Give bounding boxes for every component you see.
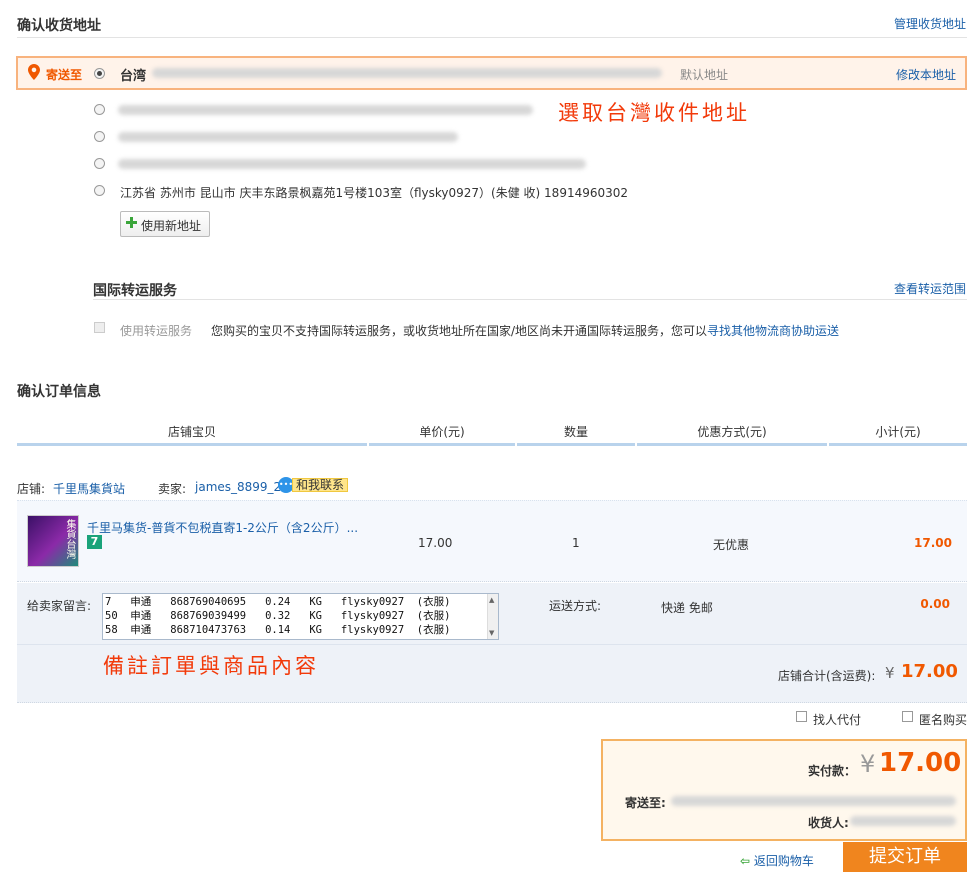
scroll-up-icon[interactable]: ▲ bbox=[489, 596, 494, 604]
blurred-address bbox=[152, 68, 662, 78]
transship-range-link[interactable]: 查看转运范围 bbox=[894, 280, 966, 297]
back-to-cart-label: 返回购物车 bbox=[753, 854, 814, 868]
column-header-discount: 优惠方式(元) bbox=[637, 424, 827, 446]
address-section-title: 确认收货地址 bbox=[17, 18, 101, 34]
seven-day-return-icon: 7 bbox=[87, 535, 102, 549]
seller-name-link[interactable]: james_8899_2 bbox=[195, 480, 281, 494]
order-summary-box: 实付款： ¥ 17.00 寄送至: 收货人: bbox=[601, 739, 967, 841]
item-price: 17.00 bbox=[418, 536, 453, 550]
pay-amount: 17.00 bbox=[879, 748, 962, 778]
divider bbox=[17, 37, 967, 38]
back-to-cart-link[interactable]: ⇦ 返回购物车 bbox=[740, 852, 814, 869]
anonymous-label: 匿名购买 bbox=[919, 713, 968, 727]
plus-icon bbox=[126, 217, 137, 228]
anonymous-checkbox[interactable] bbox=[902, 711, 913, 722]
column-header-subtotal: 小计(元) bbox=[829, 424, 967, 446]
transship-notice: 您购买的宝贝不支持国际转运服务，或收货地址所在国家/地区尚未开通国际转运服务，您… bbox=[211, 322, 839, 339]
pay-label: 实付款： bbox=[808, 764, 857, 778]
shop-label: 店铺: bbox=[17, 482, 46, 496]
message-shipping-area: 给卖家留言: 7 申通 868769040695 0.24 KG flysky0… bbox=[17, 583, 967, 703]
blurred-summary-address bbox=[671, 796, 956, 806]
default-address-tag: 默认地址 bbox=[680, 68, 729, 82]
other-logistics-link[interactable]: 寻找其他物流商协助运送 bbox=[707, 324, 839, 338]
shipping-method: 快递 免邮 bbox=[661, 601, 713, 615]
summary-ship-to-label: 寄送至: bbox=[625, 796, 666, 810]
message-to-seller-input[interactable]: 7 申通 868769040695 0.24 KG flysky0927 (衣服… bbox=[102, 593, 499, 640]
address-radio-selected[interactable] bbox=[94, 68, 105, 79]
transship-checkbox[interactable] bbox=[94, 322, 105, 333]
contact-seller-button[interactable]: ••• 和我联系 bbox=[278, 476, 348, 494]
item-thumbnail[interactable]: 集貨台灣 bbox=[27, 515, 79, 567]
transship-checkbox-label: 使用转运服务 bbox=[120, 324, 193, 338]
annotation-select-taiwan: 選取台灣收件地址 bbox=[558, 101, 750, 125]
transship-notice-text: 您购买的宝贝不支持国际转运服务，或收货地址所在国家/地区尚未开通国际转运服务，您… bbox=[211, 324, 708, 338]
proxy-pay-checkbox[interactable] bbox=[796, 711, 807, 722]
shipping-label: 运送方式: bbox=[549, 599, 602, 613]
item-row: 集貨台灣 千里马集货-普貨不包税直寄1-2公斤（含2公斤）... 7 17.00… bbox=[17, 500, 967, 582]
selected-address-row[interactable]: 寄送至 台湾 默认地址 修改本地址 bbox=[16, 56, 967, 90]
shop-total-amount: 17.00 bbox=[901, 661, 958, 682]
new-address-button[interactable]: 使用新地址 bbox=[120, 211, 210, 237]
address-radio[interactable] bbox=[94, 185, 105, 196]
column-header-price: 单价(元) bbox=[369, 424, 515, 446]
divider bbox=[93, 299, 967, 300]
message-label: 给卖家留言: bbox=[27, 599, 92, 613]
annotation-order-note: 備註訂單與商品內容 bbox=[103, 654, 319, 678]
ship-to-label: 寄送至 bbox=[46, 68, 83, 82]
selected-region: 台湾 bbox=[120, 69, 147, 84]
new-address-button-label: 使用新地址 bbox=[141, 219, 202, 233]
order-section-title: 确认订单信息 bbox=[17, 384, 101, 400]
address-option-text: 江苏省 苏州市 昆山市 庆丰东路景枫嘉苑1号楼103室（flysky0927）(… bbox=[120, 186, 629, 200]
item-qty: 1 bbox=[572, 536, 580, 550]
submit-order-button[interactable]: 提交订单 bbox=[843, 842, 967, 872]
seller-label: 卖家: bbox=[158, 482, 187, 496]
item-discount: 无优惠 bbox=[713, 538, 750, 552]
column-header-item: 店铺宝贝 bbox=[17, 424, 367, 446]
manage-address-link[interactable]: 管理收货地址 bbox=[894, 15, 966, 32]
edit-address-link[interactable]: 修改本地址 bbox=[896, 66, 956, 83]
blurred-address bbox=[118, 159, 586, 169]
proxy-pay-label: 找人代付 bbox=[813, 713, 862, 727]
receiver-label: 收货人: bbox=[808, 816, 849, 830]
blurred-receiver bbox=[850, 816, 956, 826]
scroll-down-icon[interactable]: ▼ bbox=[489, 629, 494, 637]
blurred-address bbox=[118, 105, 533, 115]
shop-total-label: 店铺合计(含运费): bbox=[778, 669, 876, 683]
transship-section-title: 国际转运服务 bbox=[93, 283, 177, 299]
back-arrow-icon: ⇦ bbox=[740, 854, 751, 868]
shipping-fee: 0.00 bbox=[920, 597, 950, 611]
address-radio[interactable] bbox=[94, 104, 105, 115]
item-title-link[interactable]: 千里马集货-普貨不包税直寄1-2公斤（含2公斤）... bbox=[87, 519, 358, 536]
column-header-qty: 数量 bbox=[517, 424, 635, 446]
shop-name-link[interactable]: 千里馬集貨站 bbox=[53, 480, 125, 497]
address-radio[interactable] bbox=[94, 131, 105, 142]
shop-total-currency: ¥ bbox=[885, 664, 895, 682]
pay-currency: ¥ bbox=[860, 750, 876, 778]
blurred-address bbox=[118, 132, 458, 142]
item-subtotal: 17.00 bbox=[914, 536, 952, 550]
contact-seller-label: 和我联系 bbox=[292, 478, 348, 492]
divider bbox=[17, 644, 967, 645]
address-radio[interactable] bbox=[94, 158, 105, 169]
location-pin-icon bbox=[28, 64, 40, 84]
message-scrollbar[interactable]: ▲ ▼ bbox=[487, 594, 498, 639]
